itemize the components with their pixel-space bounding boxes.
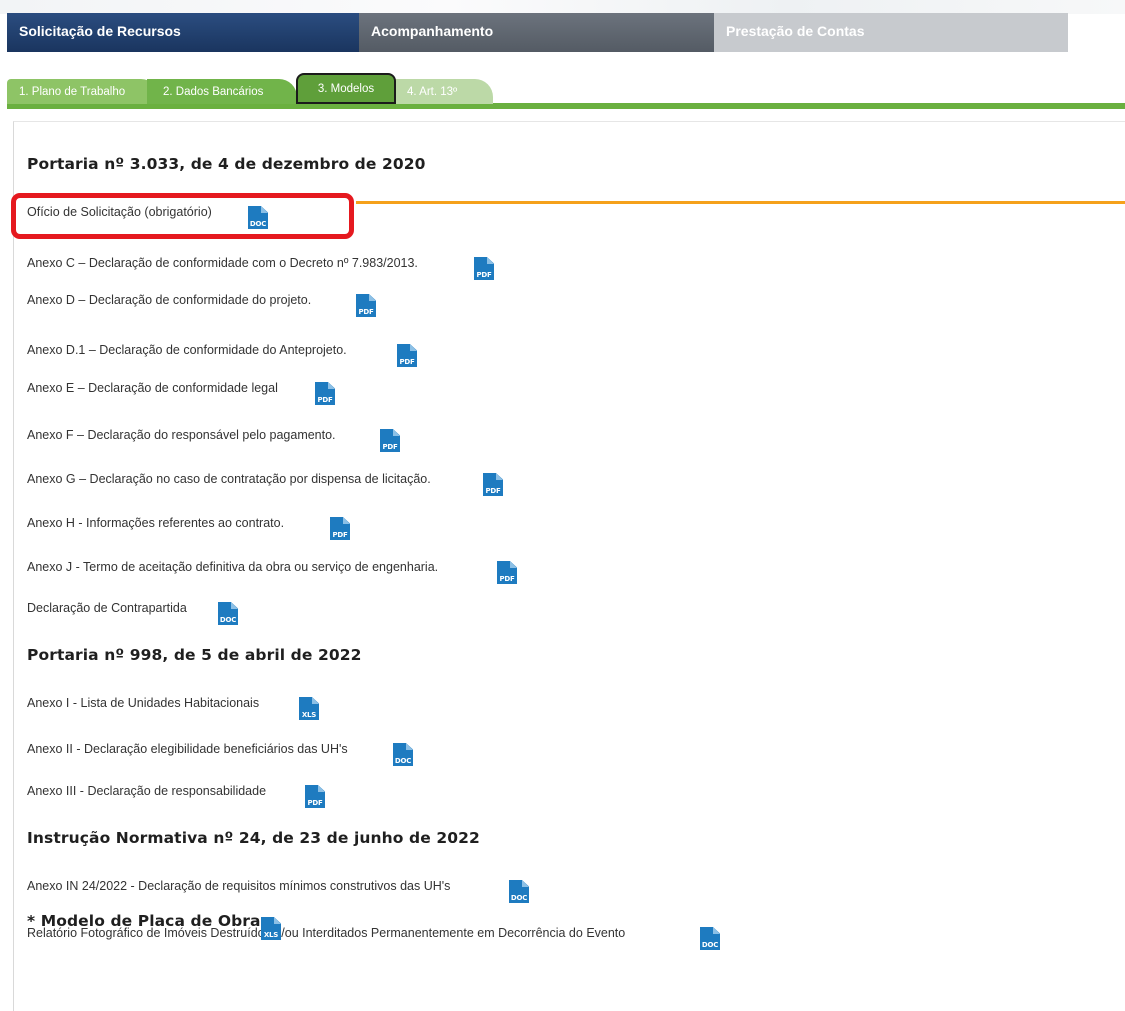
document-item-anexo-j-termo-de-aceitacao-definitiva-da-obra-ou: Anexo J - Termo de aceitação definitiva … xyxy=(27,560,438,574)
document-item-declaracao-de-contrapartida: Declaração de Contrapartida xyxy=(27,601,187,615)
file-type-label: PDF xyxy=(485,487,501,495)
document-item-anexo-h-informacoes-referentes-ao-contrato: Anexo H - Informações referentes ao cont… xyxy=(27,516,284,530)
file-type-label: PDF xyxy=(499,575,515,583)
section-heading: Portaria nº 3.033, de 4 de dezembro de 2… xyxy=(27,155,426,173)
file-icon-fold xyxy=(318,785,325,792)
document-link[interactable]: Anexo I - Lista de Unidades Habitacionai… xyxy=(27,696,259,710)
subtab-art-13[interactable]: 4. Art. 13º xyxy=(393,79,493,104)
section-heading: Portaria nº 998, de 5 de abril de 2022 xyxy=(27,646,362,664)
file-icon-fold xyxy=(496,473,503,480)
document-link[interactable]: Anexo H - Informações referentes ao cont… xyxy=(27,516,284,530)
file-type-label: DOC xyxy=(510,894,528,902)
document-link[interactable]: Anexo D.1 – Declaração de conformidade d… xyxy=(27,343,347,357)
file-icon-fold xyxy=(510,561,517,568)
placa-de-obra-heading[interactable]: * Modelo de Placa de Obra xyxy=(27,912,261,930)
document-link[interactable]: Anexo III - Declaração de responsabilida… xyxy=(27,784,266,798)
document-item-anexo-c-declaracao-de-conformidade-com-o-decreto: Anexo C – Declaração de conformidade com… xyxy=(27,256,418,270)
doc-file-icon[interactable]: DOC xyxy=(218,602,238,625)
pdf-file-icon[interactable]: PDF xyxy=(497,561,517,584)
top-background-strip xyxy=(0,0,1125,14)
file-icon-fold xyxy=(328,382,335,389)
file-icon-fold xyxy=(410,344,417,351)
file-type-label: PDF xyxy=(358,308,374,316)
file-type-label: DOC xyxy=(219,616,237,624)
document-link[interactable]: Anexo C – Declaração de conformidade com… xyxy=(27,256,418,270)
file-type-label: DOC xyxy=(701,941,719,949)
file-icon-fold xyxy=(274,917,281,924)
file-icon-fold xyxy=(406,743,413,750)
pdf-file-icon[interactable]: PDF xyxy=(305,785,325,808)
file-icon-fold xyxy=(393,429,400,436)
xls-file-icon[interactable]: XLS xyxy=(261,917,281,940)
document-link[interactable]: Anexo G – Declaração no caso de contrata… xyxy=(27,472,431,486)
file-type-label: DOC xyxy=(394,757,412,765)
file-icon-fold xyxy=(312,697,319,704)
pdf-file-icon[interactable]: PDF xyxy=(330,517,350,540)
document-item-anexo-in-24-2022-declaracao-de-requisitos-minimo: Anexo IN 24/2022 - Declaração de requisi… xyxy=(27,879,450,893)
document-link[interactable]: Declaração de Contrapartida xyxy=(27,601,187,615)
file-type-label: XLS xyxy=(301,711,317,719)
subtab-dados-bancarios[interactable]: 2. Dados Bancários xyxy=(147,79,297,104)
highlight-annotation-box xyxy=(11,193,354,239)
sub-tab-bar: 1. Plano de Trabalho 2. Dados Bancários … xyxy=(7,72,1125,104)
xls-file-icon[interactable]: XLS xyxy=(299,697,319,720)
file-type-label: PDF xyxy=(399,358,415,366)
pdf-file-icon[interactable]: PDF xyxy=(356,294,376,317)
document-item-anexo-g-declaracao-no-caso-de-contratacao-por-di: Anexo G – Declaração no caso de contrata… xyxy=(27,472,431,486)
file-type-label: XLS xyxy=(263,931,279,939)
pdf-file-icon[interactable]: PDF xyxy=(483,473,503,496)
file-icon-fold xyxy=(522,880,529,887)
file-type-label: PDF xyxy=(307,799,323,807)
pdf-file-icon[interactable]: PDF xyxy=(315,382,335,405)
document-item-anexo-d-declaracao-de-conformidade-do-projeto: Anexo D – Declaração de conformidade do … xyxy=(27,293,311,307)
file-icon-fold xyxy=(343,517,350,524)
doc-file-icon[interactable]: DOC xyxy=(509,880,529,903)
document-link[interactable]: Anexo J - Termo de aceitação definitiva … xyxy=(27,560,438,574)
file-icon-fold xyxy=(487,257,494,264)
doc-file-icon[interactable]: DOC xyxy=(700,927,720,950)
document-link[interactable]: Anexo E – Declaração de conformidade leg… xyxy=(27,381,278,395)
file-icon-fold xyxy=(369,294,376,301)
pdf-file-icon[interactable]: PDF xyxy=(474,257,494,280)
pointer-annotation-line xyxy=(356,201,1125,204)
section-heading: Instrução Normativa nº 24, de 23 de junh… xyxy=(27,829,480,847)
file-type-label: PDF xyxy=(382,443,398,451)
document-item-anexo-d-1-declaracao-de-conformidade-do-anteproj: Anexo D.1 – Declaração de conformidade d… xyxy=(27,343,347,357)
doc-file-icon[interactable]: DOC xyxy=(393,743,413,766)
document-link[interactable]: Anexo D – Declaração de conformidade do … xyxy=(27,293,311,307)
subtab-modelos[interactable]: 3. Modelos xyxy=(296,73,396,104)
document-item-anexo-ii-declaracao-elegibilidade-beneficiarios-: Anexo II - Declaração elegibilidade bene… xyxy=(27,742,348,756)
document-item-anexo-i-lista-de-unidades-habitacionais: Anexo I - Lista de Unidades Habitacionai… xyxy=(27,696,259,710)
document-link[interactable]: Anexo F – Declaração do responsável pelo… xyxy=(27,428,336,442)
document-item-anexo-iii-declaracao-de-responsabilidade: Anexo III - Declaração de responsabilida… xyxy=(27,784,266,798)
tab-solicitacao-de-recursos[interactable]: Solicitação de Recursos xyxy=(7,13,359,52)
subtab-plano-de-trabalho[interactable]: 1. Plano de Trabalho xyxy=(7,79,159,104)
document-item-anexo-e-declaracao-de-conformidade-legal: Anexo E – Declaração de conformidade leg… xyxy=(27,381,278,395)
document-link[interactable]: Anexo II - Declaração elegibilidade bene… xyxy=(27,742,348,756)
document-item-anexo-f-declaracao-do-responsavel-pelo-pagamento: Anexo F – Declaração do responsável pelo… xyxy=(27,428,336,442)
file-icon-fold xyxy=(713,927,720,934)
file-type-label: PDF xyxy=(476,271,492,279)
pdf-file-icon[interactable]: PDF xyxy=(397,344,417,367)
tab-prestacao-de-contas[interactable]: Prestação de Contas xyxy=(714,13,1068,52)
document-link[interactable]: Anexo IN 24/2022 - Declaração de requisi… xyxy=(27,879,450,893)
file-type-label: PDF xyxy=(332,531,348,539)
tab-acompanhamento[interactable]: Acompanhamento xyxy=(359,13,714,52)
pdf-file-icon[interactable]: PDF xyxy=(380,429,400,452)
file-type-label: PDF xyxy=(317,396,333,404)
